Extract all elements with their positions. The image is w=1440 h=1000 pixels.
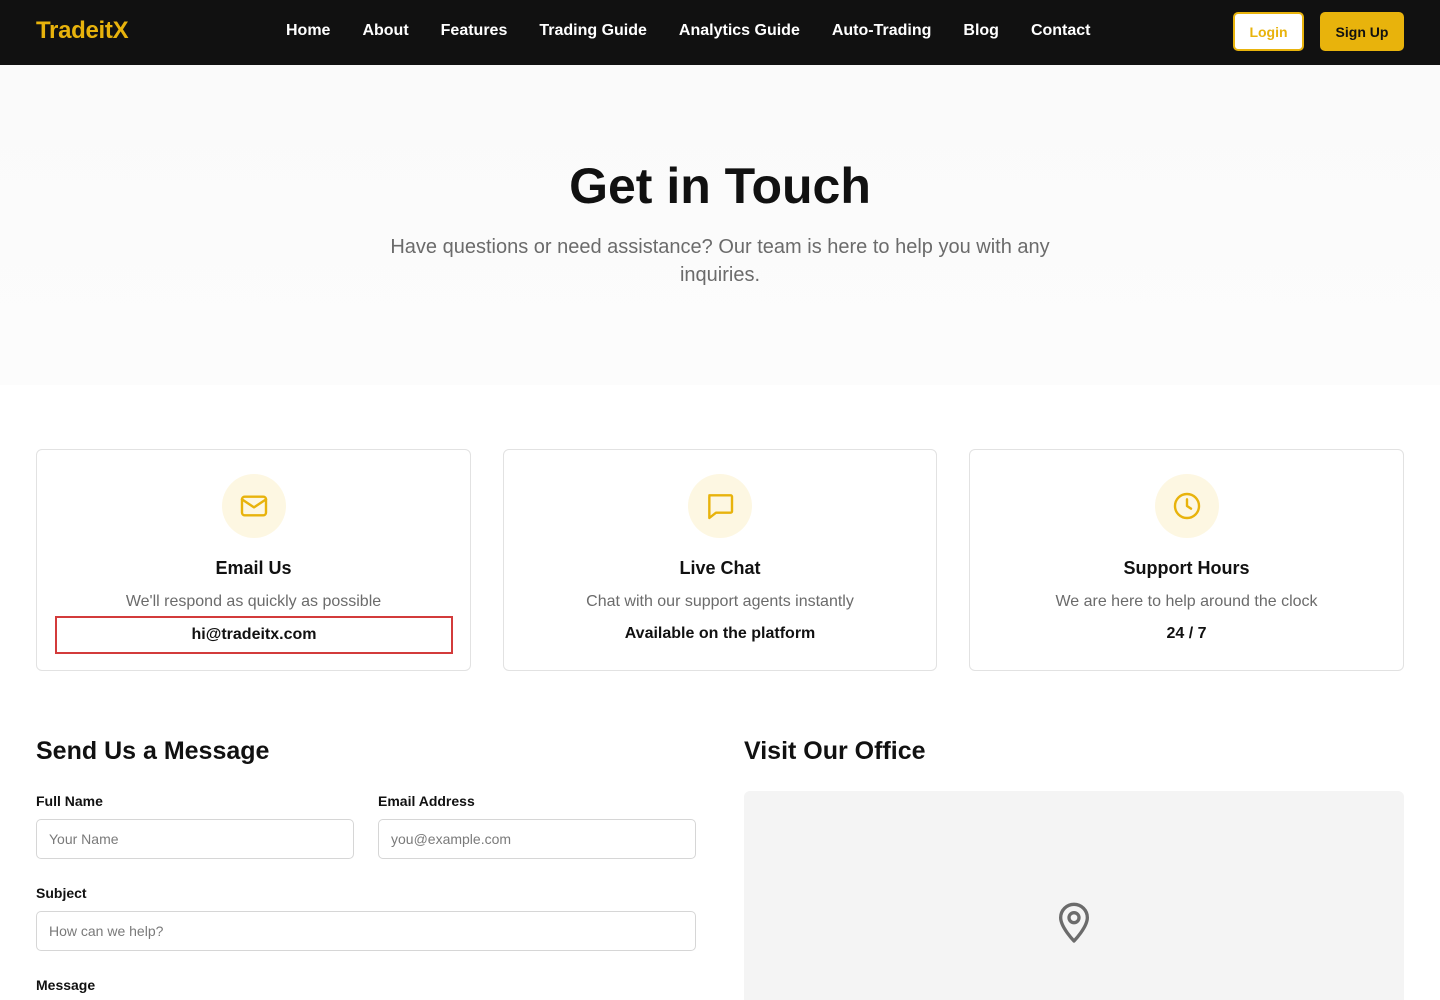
map-pin-icon — [1054, 897, 1094, 950]
nav-link-analytics-guide[interactable]: Analytics Guide — [679, 22, 800, 40]
nav-link-features[interactable]: Features — [441, 22, 508, 40]
hero-section: Get in Touch Have questions or need assi… — [0, 65, 1440, 385]
clock-icon — [1154, 474, 1219, 538]
message-label: Message — [36, 977, 96, 993]
nav-link-blog[interactable]: Blog — [963, 22, 999, 40]
navbar: TradeitX Home About Features Trading Gui… — [0, 0, 1440, 65]
mail-icon — [221, 474, 286, 538]
nav-link-trading-guide[interactable]: Trading Guide — [539, 22, 647, 40]
signup-button[interactable]: Sign Up — [1320, 12, 1404, 51]
brand-logo[interactable]: TradeitX — [36, 17, 129, 45]
card-value: Available on the platform — [624, 625, 816, 642]
form-title: Send Us a Message — [36, 737, 270, 765]
page-title: Get in Touch — [569, 158, 871, 214]
subject-label: Subject — [36, 885, 87, 901]
nav-link-home[interactable]: Home — [286, 22, 330, 40]
nav-link-auto-trading[interactable]: Auto-Trading — [832, 22, 932, 40]
card-title: Support Hours — [1123, 558, 1250, 578]
card-title: Live Chat — [679, 558, 761, 578]
email-card: Email Us We'll respond as quickly as pos… — [36, 449, 471, 671]
office-map[interactable] — [744, 791, 1404, 1000]
email-link[interactable]: hi@tradeitx.com — [55, 616, 453, 654]
chat-icon — [688, 474, 752, 538]
office-title: Visit Our Office — [744, 737, 926, 765]
full-name-input[interactable] — [36, 819, 354, 859]
card-value: 24 / 7 — [1166, 625, 1207, 642]
card-title: Email Us — [215, 558, 292, 578]
nav-link-contact[interactable]: Contact — [1031, 22, 1091, 40]
live-chat-card: Live Chat Chat with our support agents i… — [503, 449, 937, 671]
card-description: We are here to help around the clock — [1055, 593, 1318, 610]
card-description: We'll respond as quickly as possible — [125, 593, 382, 610]
card-description: Chat with our support agents instantly — [586, 593, 854, 610]
email-label: Email Address — [378, 793, 475, 809]
support-hours-card: Support Hours We are here to help around… — [969, 449, 1404, 671]
nav-links: Home About Features Trading Guide Analyt… — [286, 22, 1123, 40]
full-name-label: Full Name — [36, 793, 103, 809]
subject-input[interactable] — [36, 911, 696, 951]
hero-subtitle: Have questions or need assistance? Our t… — [390, 236, 1050, 286]
email-input[interactable] — [378, 819, 696, 859]
nav-link-about[interactable]: About — [362, 22, 408, 40]
login-button[interactable]: Login — [1233, 12, 1304, 51]
